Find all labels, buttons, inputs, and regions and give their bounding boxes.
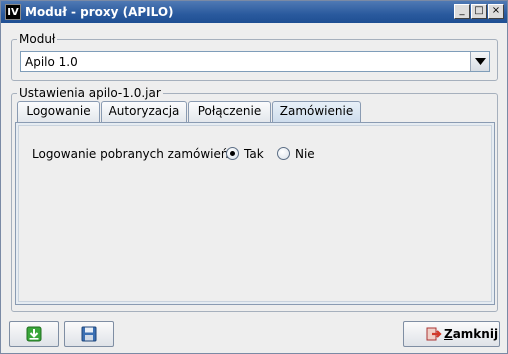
radio-nie-label[interactable]: Nie (295, 146, 315, 162)
save-button[interactable] (64, 321, 114, 347)
tab-autoryzacja[interactable]: Autoryzacja (101, 101, 187, 122)
tab-polaczenie[interactable]: Połączenie (188, 101, 271, 122)
dropdown-arrow-button[interactable] (470, 52, 489, 71)
tab-logowanie[interactable]: Logowanie (17, 101, 100, 122)
app-icon: IV (5, 4, 21, 20)
module-select-value: Apilo 1.0 (25, 55, 78, 69)
import-button[interactable] (9, 321, 59, 347)
order-logging-label: Logowanie pobranych zamówień (32, 147, 229, 161)
close-window-button[interactable]: × (488, 4, 504, 19)
radio-tak-label[interactable]: Tak (244, 146, 264, 162)
radio-nie[interactable] (277, 147, 290, 160)
tab-zamowienie[interactable]: Zamówienie (272, 101, 361, 123)
module-select[interactable]: Apilo 1.0 (20, 51, 490, 72)
module-dialog: IV Moduł - proxy (APILO) _ □ × Moduł Api… (0, 0, 508, 354)
window-title: Moduł - proxy (APILO) (25, 5, 174, 19)
settings-group-label: Ustawienia apilo-1.0.jar (17, 86, 163, 100)
download-arrow-icon (26, 326, 42, 342)
maximize-button[interactable]: □ (471, 4, 487, 19)
close-button[interactable]: Zamknij (403, 321, 500, 347)
minimize-button[interactable]: _ (454, 4, 470, 19)
floppy-disk-icon (81, 326, 97, 342)
title-bar[interactable]: IV Moduł - proxy (APILO) _ □ × (1, 1, 507, 23)
exit-door-icon (426, 327, 442, 341)
module-group-label: Moduł (17, 32, 58, 46)
radio-tak[interactable] (226, 147, 239, 160)
close-button-label: Zamknij (444, 327, 499, 341)
chevron-down-icon (475, 58, 486, 65)
